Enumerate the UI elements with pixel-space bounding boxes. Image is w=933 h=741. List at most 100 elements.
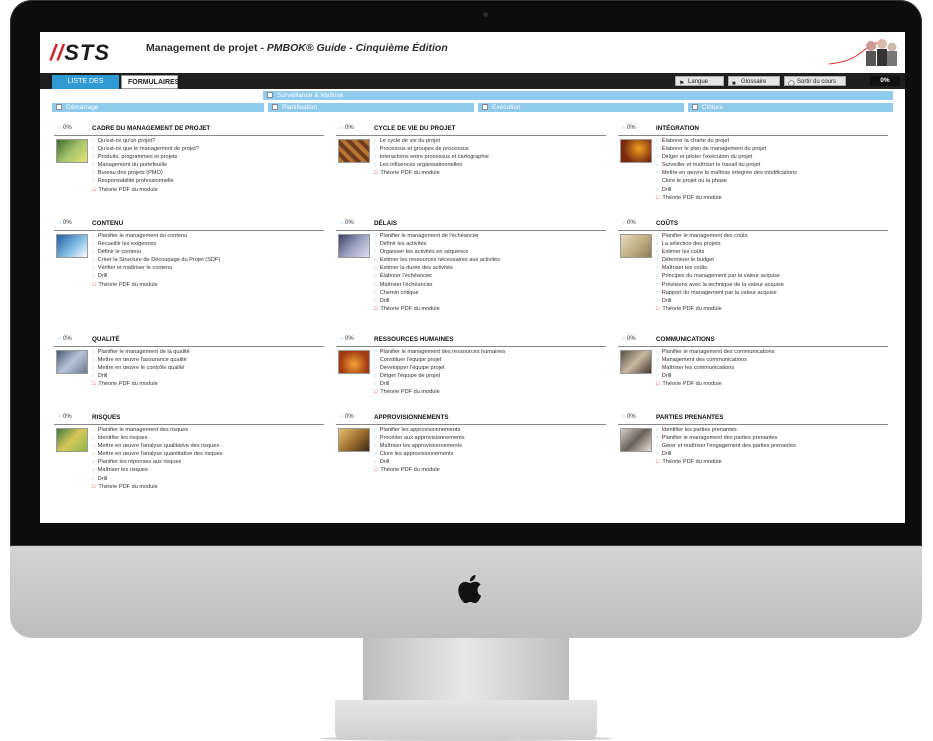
lesson-item[interactable]: Drill <box>92 372 190 380</box>
lesson-item[interactable]: Planifier le management des parties pren… <box>656 434 796 442</box>
lesson-item[interactable]: Planifier le management de la qualité <box>92 348 190 356</box>
lesson-item[interactable]: Identifier les risques <box>92 434 223 442</box>
lesson-item[interactable]: Estimer les coûts <box>656 248 784 256</box>
pdf-link[interactable]: Théorie PDF du module <box>656 305 784 313</box>
lesson-item[interactable]: Définir le contenu <box>92 248 221 256</box>
lesson-item[interactable]: Définir les activités <box>374 240 500 248</box>
lesson-item[interactable]: Produits, programmes et projets <box>92 153 199 161</box>
lesson-item[interactable]: Mettre en œuvre l'analyse qualitative de… <box>92 442 223 450</box>
lesson-item[interactable]: Processus et groupes de processus <box>374 145 489 153</box>
lesson-item[interactable]: Organiser les activités en séquence <box>374 248 500 256</box>
language-button[interactable]: ⚑ Langue <box>675 76 724 87</box>
phase-checkbox[interactable] <box>267 92 273 98</box>
lesson-item[interactable]: Planifier le management des ressources h… <box>374 348 506 356</box>
lesson-item[interactable]: Recueillir les exigences <box>92 240 221 248</box>
lesson-item[interactable]: Maîtriser les approvisionnements <box>374 442 465 450</box>
exit-course-button[interactable]: ◯ Sortir du cours <box>784 76 846 87</box>
module-title[interactable]: RESSOURCES HUMAINES <box>374 336 453 343</box>
lesson-item[interactable]: Les influences organisationnelles <box>374 161 489 169</box>
phase-cloture[interactable]: Clôture <box>688 103 893 112</box>
lesson-item[interactable]: Drill <box>374 458 465 466</box>
phase-planification[interactable]: Planification <box>268 103 474 112</box>
pdf-link[interactable]: Théorie PDF du module <box>374 305 500 313</box>
lesson-item[interactable]: Management des communications <box>656 356 775 364</box>
lesson-item[interactable]: Diriger et piloter l'exécution du projet <box>656 153 797 161</box>
pdf-link[interactable]: Théorie PDF du module <box>656 380 775 388</box>
lesson-item[interactable]: Planifier les réponses aux risques <box>92 458 223 466</box>
lesson-item[interactable]: Surveiller et maîtriser le travail du pr… <box>656 161 797 169</box>
lesson-item[interactable]: Clore les approvisionnements <box>374 450 465 458</box>
lesson-item[interactable]: Maîtriser l'échéancier <box>374 281 500 289</box>
lesson-item[interactable]: Qu'est-ce qu'un projet? <box>92 137 199 145</box>
lesson-item[interactable]: La sélection des projets <box>656 240 784 248</box>
lesson-item[interactable]: Déterminer le budget <box>656 256 784 264</box>
lesson-item[interactable]: Drill <box>656 372 775 380</box>
lesson-item[interactable]: Drill <box>374 297 500 305</box>
module-title[interactable]: INTÉGRATION <box>656 125 699 132</box>
lesson-item[interactable]: Principes du management par la valeur ac… <box>656 272 784 280</box>
module-title[interactable]: CONTENU <box>92 220 123 227</box>
lesson-item[interactable]: Qu'est-ce que le management de projet? <box>92 145 199 153</box>
lesson-item[interactable]: Mettre en œuvre la maîtrise intégrée des… <box>656 169 797 177</box>
module-title[interactable]: QUALITÉ <box>92 336 120 343</box>
lesson-item[interactable]: Responsabilité professionnelle <box>92 177 199 185</box>
tab-forms[interactable]: FORMULAIRES <box>121 75 179 89</box>
lesson-item[interactable]: Bureau des projets (PMO) <box>92 169 199 177</box>
pdf-link[interactable]: Théorie PDF du module <box>92 483 223 491</box>
lesson-item[interactable]: Rapport du management par la valeur acqu… <box>656 289 784 297</box>
module-title[interactable]: CYCLE DE VIE DU PROJET <box>374 125 456 132</box>
lesson-item[interactable]: Interactions entre processus et cartogra… <box>374 153 489 161</box>
pdf-link[interactable]: Théorie PDF du module <box>656 458 796 466</box>
module-title[interactable]: CADRE DU MANAGEMENT DE PROJET <box>92 125 210 132</box>
lesson-item[interactable]: Drill <box>656 450 796 458</box>
lesson-item[interactable]: Drill <box>374 380 505 388</box>
module-title[interactable]: APPROVISIONNEMENTS <box>374 414 449 421</box>
phase-checkbox[interactable] <box>482 104 488 110</box>
pdf-link[interactable]: Théorie PDF du module <box>374 466 465 474</box>
lesson-item[interactable]: Drill <box>656 297 784 305</box>
module-title[interactable]: COMMUNICATIONS <box>656 336 715 343</box>
lesson-item[interactable]: Vérifier et maîtriser le contenu <box>92 264 221 272</box>
lesson-item[interactable]: Constituer l'équipe projet <box>374 356 505 364</box>
phase-checkbox[interactable] <box>272 104 278 110</box>
phase-checkbox[interactable] <box>56 104 62 110</box>
lesson-item[interactable]: Management du portefeuille <box>92 161 199 169</box>
lesson-item[interactable]: Drill <box>656 186 797 194</box>
tab-lessons[interactable]: LISTE DES LEÇONS <box>52 75 119 99</box>
lesson-item[interactable]: Créer la Structure de Découpage du Proje… <box>92 256 221 264</box>
lesson-item[interactable]: Élaborer l'échéancier <box>374 272 500 280</box>
lesson-item[interactable]: Drill <box>92 475 223 483</box>
pdf-link[interactable]: Théorie PDF du module <box>92 186 199 194</box>
pdf-link[interactable]: Théorie PDF du module <box>92 380 190 388</box>
lesson-item[interactable]: Chemin critique <box>374 289 500 297</box>
lesson-item[interactable]: Clore le projet ou la phase <box>656 177 797 185</box>
lesson-item[interactable]: Planifier le management des coûts <box>656 232 784 240</box>
lesson-item[interactable]: Planifier le management de l'échéancier <box>374 232 500 240</box>
pdf-link[interactable]: Théorie PDF du module <box>92 281 221 289</box>
lesson-item[interactable]: Mettre en œuvre le contrôle qualité <box>92 364 190 372</box>
lesson-item[interactable]: Prévisions avec la technique de la valeu… <box>656 281 784 289</box>
lesson-item[interactable]: Identifier les parties prenantes <box>656 426 796 434</box>
phase-execution[interactable]: Exécution <box>478 103 684 112</box>
lesson-item[interactable]: Drill <box>92 272 221 280</box>
module-title[interactable]: RISQUES <box>92 414 120 421</box>
lesson-item[interactable]: Procéder aux approvisionnements <box>374 434 465 442</box>
pdf-link[interactable]: Théorie PDF du module <box>374 388 505 396</box>
phase-checkbox[interactable] <box>692 104 698 110</box>
lesson-item[interactable]: Gérer et maîtriser l'engagement des part… <box>656 442 796 450</box>
glossary-button[interactable]: ■ Glossaire <box>728 76 780 87</box>
lesson-item[interactable]: Maîtriser les risques <box>92 466 223 474</box>
lesson-item[interactable]: Diriger l'équipe de projet <box>374 372 505 380</box>
lesson-item[interactable]: Mettre en œuvre l'assurance qualité <box>92 356 190 364</box>
lesson-item[interactable]: Planifier le management des risques <box>92 426 223 434</box>
lesson-item[interactable]: Mettre en œuvre l'analyse quantitative d… <box>92 450 223 458</box>
module-title[interactable]: COÛTS <box>656 220 678 227</box>
module-title[interactable]: DÉLAIS <box>374 220 397 227</box>
pdf-link[interactable]: Théorie PDF du module <box>374 169 489 177</box>
lesson-item[interactable]: Le cycle de vie du projet <box>374 137 489 145</box>
lesson-item[interactable]: Planifier les approvisionnements <box>374 426 465 434</box>
lesson-item[interactable]: Développer l'équipe projet <box>374 364 505 372</box>
lesson-item[interactable]: Planifier le management des communicatio… <box>656 348 775 356</box>
module-title[interactable]: PARTIES PRENANTES <box>656 414 723 421</box>
phase-demarrage[interactable]: Démarrage <box>52 103 264 112</box>
